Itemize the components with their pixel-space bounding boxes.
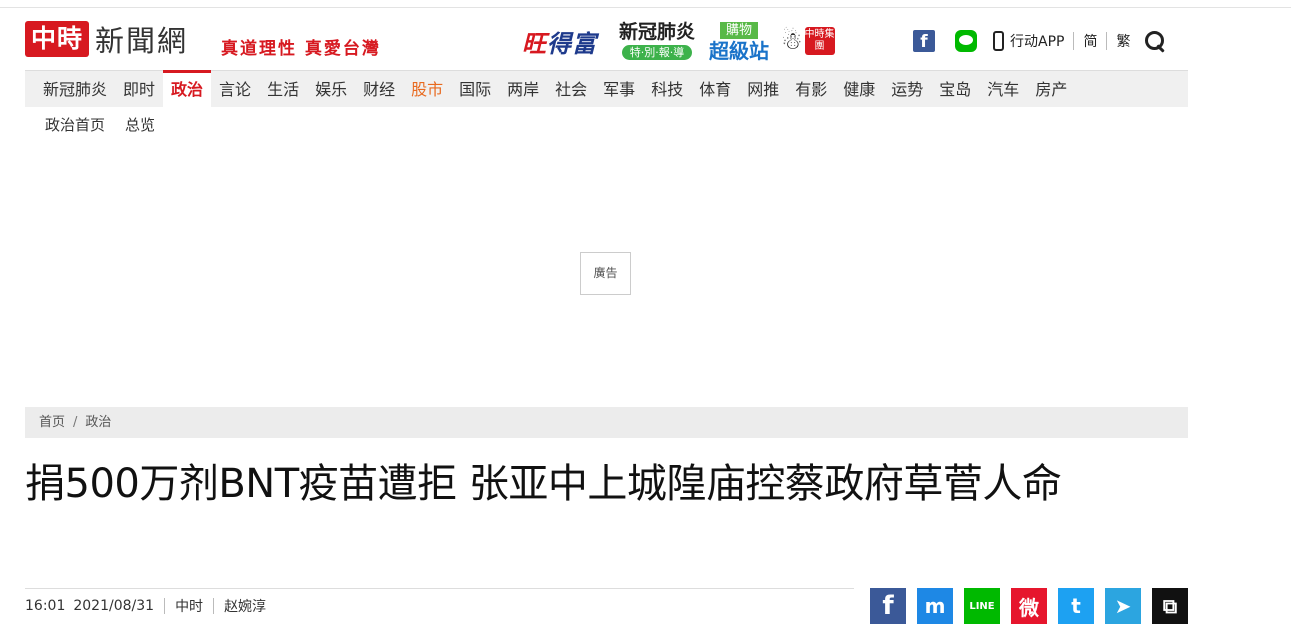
nav-item[interactable]: 即时 [115,71,163,107]
sub-nav: 政治首页 总览 [45,114,175,135]
nav-item[interactable]: 新冠肺炎 [25,71,115,107]
want-rich-text: 得富 [547,29,597,58]
main-nav: 新冠肺炎 即时 政治 言论 生活 娱乐 财经 股市 国际 两岸 社会 军事 科技 体育 网推 有影 健康 运势 宝岛… [25,70,1188,109]
covid-special-link[interactable]: 新冠肺炎 特·別·報·導 [619,20,696,60]
nav-item[interactable]: 财经 [355,71,403,107]
site-slogan: 真道理性 真愛台灣 [221,39,381,59]
nav-item[interactable]: 国际 [451,71,499,107]
nav-item[interactable]: 网推 [739,71,787,107]
nav-item[interactable]: 两岸 [499,71,547,107]
breadcrumb: 首页 / 政治 [25,407,1188,438]
nav-item[interactable]: 科技 [643,71,691,107]
line-icon[interactable] [955,30,977,52]
logo-name: 新聞網 [95,24,189,58]
facebook-icon[interactable]: f [913,30,935,52]
nav-item[interactable]: 房产 [1027,71,1075,107]
nav-item[interactable]: 娱乐 [307,71,355,107]
china-times-group-link[interactable]: ☃ 中時集團 [781,27,835,55]
share-facebook-icon[interactable]: f [870,588,906,624]
share-messenger-icon[interactable]: m [917,588,953,624]
traditional-chinese-toggle[interactable]: 繁 [1116,31,1130,51]
copy-link-icon[interactable]: ⧉ [1152,588,1188,624]
top-divider [0,7,1291,8]
divider [164,598,166,614]
share-weibo-icon[interactable]: 微 [1011,588,1047,624]
article-meta: 16:01 2021/08/31 中时 赵婉淳 [25,596,266,616]
publish-date: 2021/08/31 [73,598,155,614]
nav-item[interactable]: 政治 [163,70,212,109]
nav-item[interactable]: 体育 [691,71,739,107]
nav-item[interactable]: 宝岛 [931,71,979,107]
nav-item[interactable]: 社会 [547,71,595,107]
share-twitter-icon[interactable]: t [1058,588,1094,624]
covid-subtitle: 特·別·報·導 [621,44,693,60]
nav-item[interactable]: 股市 [403,71,451,107]
divider [1106,32,1108,50]
publish-time: 16:01 [25,598,66,614]
nav-item[interactable]: 运势 [883,71,931,107]
subnav-item[interactable]: 政治首页 [45,114,105,135]
nav-item[interactable]: 生活 [259,71,307,107]
shopping-name: 超級站 [709,39,770,63]
want-rich-mark: 旺 [522,29,547,58]
partner-links: 旺得富 新冠肺炎 特·別·報·導 購物 超級站 ☃ 中時集團 [522,18,835,64]
article-title: 捐500万剂BNT疫苗遭拒 张亚中上城隍庙控蔡政府草菅人命 [25,461,1062,507]
group-badge: 中時集團 [804,27,835,55]
divider [1073,32,1075,50]
phone-icon[interactable] [993,31,1004,51]
logo-mark: 中時 [25,21,90,57]
subnav-item[interactable]: 总览 [125,114,155,135]
site-header: 中時 新聞網 真道理性 真愛台灣 旺得富 新冠肺炎 特·別·報·導 購物 超級站… [25,18,1188,64]
site-logo[interactable]: 中時 新聞網 [25,20,188,58]
mobile-app-link[interactable]: 行动APP [1010,31,1064,51]
share-telegram-icon[interactable]: ➤ [1105,588,1141,624]
shopping-link[interactable]: 購物 超級站 [709,21,769,61]
article-source: 中时 [175,599,204,615]
nav-item[interactable]: 言论 [211,71,259,107]
nav-item[interactable]: 军事 [595,71,643,107]
breadcrumb-separator: / [73,415,78,430]
article-author[interactable]: 赵婉淳 [224,596,266,616]
divider [213,598,215,614]
meta-divider [25,588,854,589]
share-line-icon[interactable]: LINE [964,588,1000,624]
nav-item[interactable]: 汽车 [979,71,1027,107]
share-buttons: f m LINE 微 t ➤ ⧉ [870,588,1188,624]
mascot-icon: ☃ [781,27,803,55]
shopping-tag: 購物 [720,22,759,39]
nav-item[interactable]: 健康 [835,71,883,107]
search-icon[interactable] [1144,30,1166,52]
ad-placeholder[interactable]: 廣告 [580,252,631,295]
simplified-chinese-toggle[interactable]: 简 [1083,31,1097,51]
header-tools: f 行动APP 简 繁 [913,26,1166,56]
nav-item[interactable]: 有影 [787,71,835,107]
covid-title: 新冠肺炎 [619,20,696,43]
breadcrumb-home[interactable]: 首页 [39,415,65,430]
want-rich-link[interactable]: 旺得富 [522,24,597,59]
breadcrumb-current[interactable]: 政治 [85,415,111,430]
